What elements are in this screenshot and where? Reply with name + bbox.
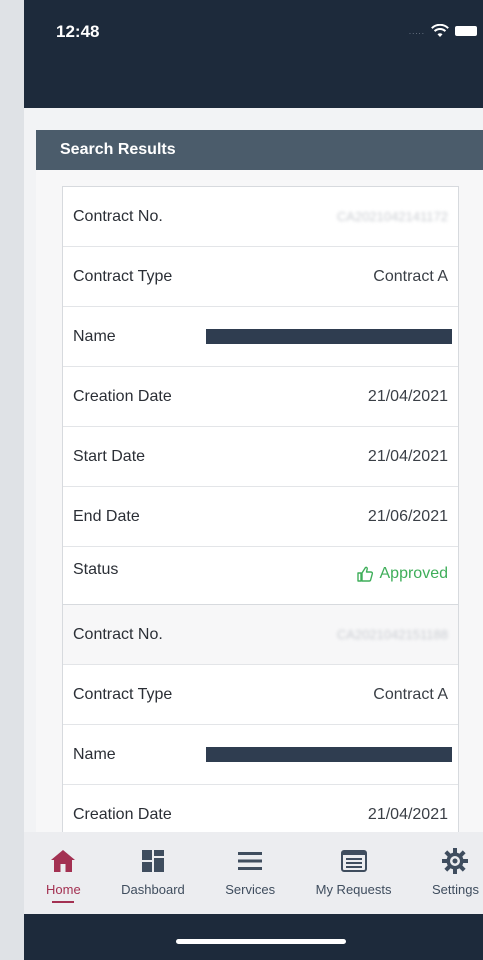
status-bar: 12:48 ..... (24, 0, 483, 108)
row-label: Creation Date (73, 387, 172, 405)
status-value: Approved (379, 565, 449, 582)
end-date-row: End Date 21/06/2021 (63, 487, 458, 547)
contract-type-value: Contract A (373, 685, 448, 703)
tab-label: Services (225, 882, 276, 897)
dashboard-icon (141, 850, 164, 872)
status-time: 12:48 (56, 22, 100, 41)
tab-label: My Requests (315, 882, 392, 897)
row-label: Name (73, 745, 116, 763)
phone-screen: 12:48 ..... Search Results Contract No. … (24, 0, 483, 960)
gear-icon (442, 848, 469, 874)
row-label: Contract No. (73, 207, 163, 225)
battery-icon (455, 26, 477, 36)
contract-no-value: CA2021042141172 (336, 209, 448, 224)
home-indicator[interactable] (176, 939, 346, 944)
row-label: Contract Type (73, 685, 173, 703)
tab-services[interactable]: Services (225, 832, 275, 914)
tab-my-requests[interactable]: My Requests (315, 832, 392, 914)
bottom-tab-bar: Home Dashboard Services My Requests Sett… (24, 832, 483, 914)
status-badge: Approved (356, 565, 449, 583)
wifi-icon (431, 24, 449, 37)
tab-label: Home (46, 882, 81, 897)
row-label: Creation Date (73, 805, 172, 823)
contract-type-row: Contract Type Contract A (63, 665, 458, 725)
redacted-name (206, 747, 452, 762)
tab-label: Settings (431, 882, 479, 897)
name-row: Name (63, 307, 458, 367)
tab-dashboard[interactable]: Dashboard (121, 832, 185, 914)
status-icons: ..... (409, 24, 477, 38)
creation-date-row: Creation Date 21/04/2021 (63, 785, 458, 832)
contract-no-row: Contract No. CA2021042141172 (63, 187, 458, 247)
row-label: Start Date (73, 447, 146, 465)
signal-icon: ..... (408, 26, 425, 36)
row-label: Contract No. (73, 625, 163, 643)
contract-no-row: Contract No. CA2021042151188 (63, 605, 458, 665)
start-date-row: Start Date 21/04/2021 (63, 427, 458, 487)
status-row: Status Approved (63, 547, 458, 605)
contract-no-value: CA2021042151188 (336, 627, 448, 642)
requests-icon (340, 850, 367, 872)
row-label: Name (73, 327, 116, 345)
page-title: Search Results (60, 141, 176, 158)
name-row: Name (63, 725, 458, 785)
home-icon (51, 850, 76, 872)
row-label: Status (73, 561, 119, 578)
redacted-name (206, 329, 452, 344)
contract-type-value: Contract A (373, 267, 448, 285)
tab-label: Dashboard (121, 882, 185, 897)
row-label: Contract Type (73, 267, 173, 285)
results-list[interactable]: Contract No. CA2021042141172 Contract Ty… (36, 170, 483, 832)
active-tab-indicator (52, 901, 75, 903)
menu-icon (238, 852, 263, 870)
contract-card[interactable]: Contract No. CA2021042151188 Contract Ty… (62, 604, 459, 832)
creation-date-row: Creation Date 21/04/2021 (63, 367, 458, 427)
tab-home[interactable]: Home (46, 832, 81, 914)
creation-date-value: 21/04/2021 (367, 805, 448, 823)
home-indicator-area (24, 914, 483, 960)
end-date-value: 21/06/2021 (367, 507, 448, 525)
row-label: End Date (73, 507, 140, 525)
contract-card[interactable]: Contract No. CA2021042141172 Contract Ty… (62, 186, 459, 606)
contract-type-row: Contract Type Contract A (63, 247, 458, 307)
thumbs-up-icon (356, 566, 373, 582)
creation-date-value: 21/04/2021 (367, 387, 448, 405)
tab-settings[interactable]: Settings (432, 832, 479, 914)
search-results-header: Search Results (36, 130, 483, 170)
start-date-value: 21/04/2021 (367, 447, 448, 465)
